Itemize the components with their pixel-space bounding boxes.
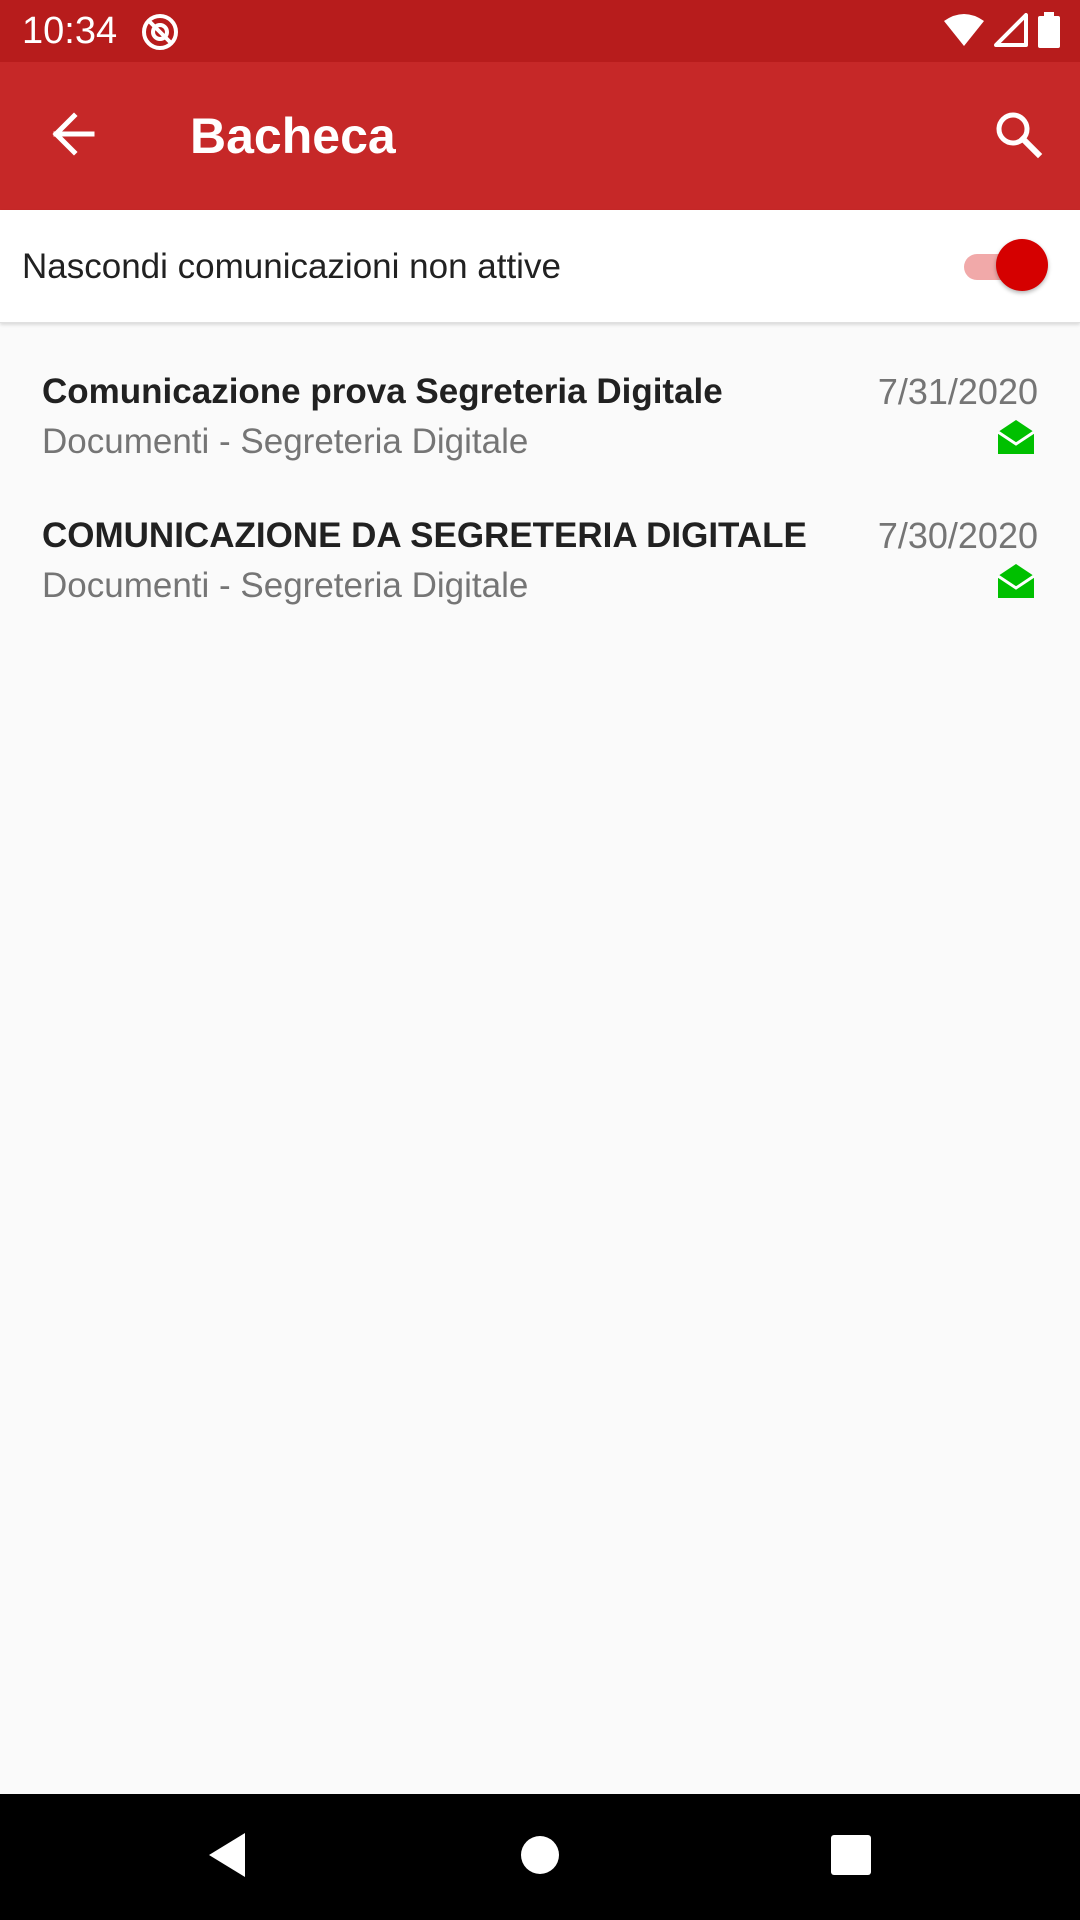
nav-back-icon	[205, 1831, 249, 1884]
item-subtitle: Documenti - Segreteria Digitale	[42, 566, 529, 605]
list-item[interactable]: COMUNICAZIONE DA SEGRETERIA DIGITALE Doc…	[0, 484, 1080, 628]
filter-row: Nascondi comunicazioni non attive	[0, 210, 1080, 323]
list-item[interactable]: Comunicazione prova Segreteria Digitale …	[0, 340, 1080, 484]
switch-thumb	[996, 239, 1048, 291]
envelope-open-icon	[996, 416, 1036, 456]
nav-recents-button[interactable]	[818, 1824, 884, 1890]
item-date: 7/30/2020	[877, 515, 1038, 556]
item-title: COMUNICAZIONE DA SEGRETERIA DIGITALE	[42, 516, 807, 555]
communications-list: Comunicazione prova Segreteria Digitale …	[0, 340, 1080, 628]
system-nav-bar	[0, 1794, 1080, 1920]
nav-home-button[interactable]	[507, 1824, 573, 1890]
status-bar: 10:34	[0, 0, 1080, 62]
nav-back-button[interactable]	[194, 1824, 260, 1890]
item-date: 7/31/2020	[877, 371, 1038, 412]
page-title: Bacheca	[190, 108, 396, 164]
at-sign-icon	[140, 12, 180, 52]
wifi-icon	[944, 13, 984, 52]
nav-home-icon	[520, 1835, 560, 1880]
search-button[interactable]	[978, 96, 1058, 176]
item-subtitle: Documenti - Segreteria Digitale	[42, 422, 529, 461]
hide-inactive-switch[interactable]	[960, 238, 1050, 294]
battery-icon	[1038, 11, 1060, 53]
search-icon	[993, 109, 1043, 164]
arrow-back-icon	[50, 110, 98, 163]
filter-label: Nascondi comunicazioni non attive	[22, 247, 561, 286]
app-bar: Bacheca	[0, 62, 1080, 210]
signal-icon	[994, 12, 1028, 52]
back-button[interactable]	[34, 100, 114, 172]
nav-recents-icon	[830, 1834, 872, 1881]
envelope-open-icon	[996, 560, 1036, 600]
status-icons	[944, 11, 1060, 53]
screen: 10:34 Bacheca Nascondi comunicazioni non…	[0, 0, 1080, 1920]
status-time: 10:34	[22, 10, 118, 52]
item-title: Comunicazione prova Segreteria Digitale	[42, 372, 723, 411]
